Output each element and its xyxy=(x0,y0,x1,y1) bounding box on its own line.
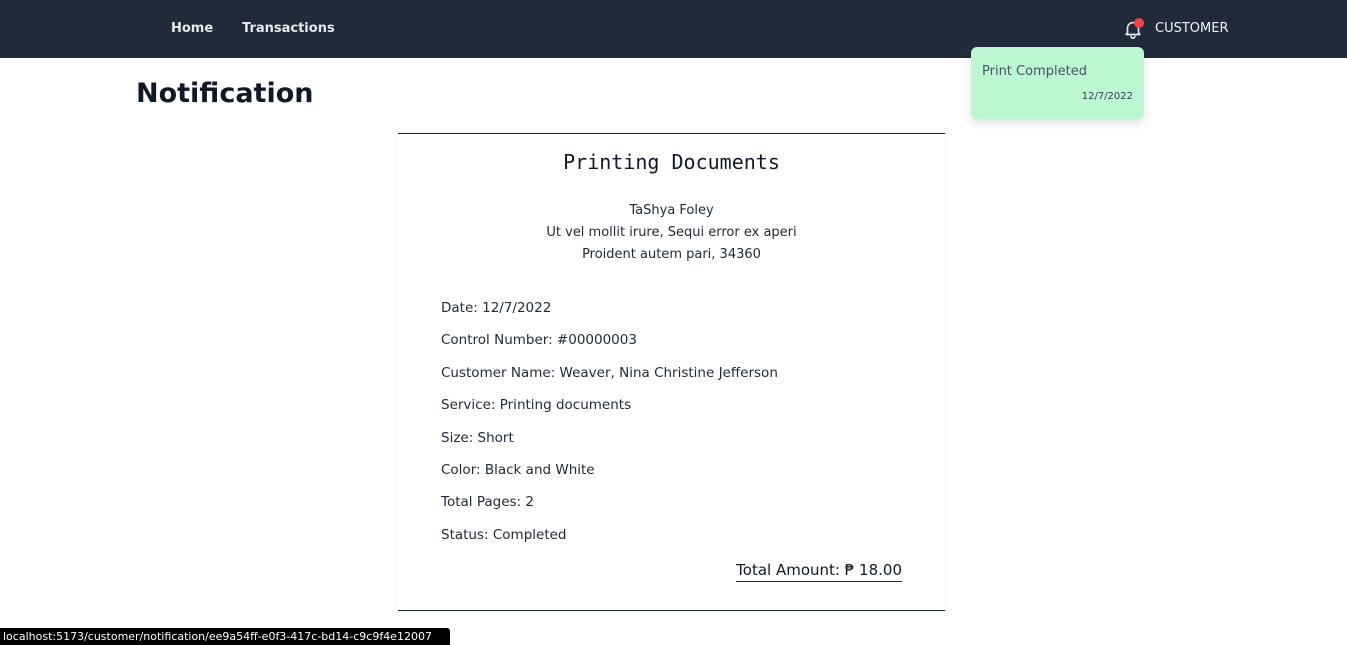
user-menu[interactable]: CUSTOMER xyxy=(1155,21,1228,36)
receipt-date: Date: 12/7/2022 xyxy=(441,300,552,316)
page-title: Notification xyxy=(136,78,314,109)
notification-badge xyxy=(1134,18,1144,28)
toast-date: 12/7/2022 xyxy=(1081,91,1133,102)
shop-address-line-1: Ut vel mollit irure, Sequi error ex aper… xyxy=(546,225,797,240)
nav-transactions-link[interactable]: Transactions xyxy=(242,21,335,36)
receipt-card: Printing Documents TaShya Foley Ut vel m… xyxy=(398,133,945,611)
top-navbar: Home Transactions CUSTOMER xyxy=(0,0,1347,58)
receipt-status: Status: Completed xyxy=(441,527,567,543)
shop-address-line-2: Proident autem pari, 34360 xyxy=(582,247,761,262)
receipt-size: Size: Short xyxy=(441,430,514,446)
toast-title: Print Completed xyxy=(982,64,1087,79)
receipt-total-pages: Total Pages: 2 xyxy=(441,494,534,510)
receipt-color: Color: Black and White xyxy=(441,462,595,478)
receipt-service: Service: Printing documents xyxy=(441,397,632,413)
shop-name: TaShya Foley xyxy=(629,203,714,218)
nav-home-link[interactable]: Home xyxy=(171,21,213,36)
receipt-total-amount: Total Amount: ₱ 18.00 xyxy=(736,561,902,582)
receipt-customer-name: Customer Name: Weaver, Nina Christine Je… xyxy=(441,365,778,381)
notification-toast[interactable]: Print Completed 12/7/2022 xyxy=(971,47,1144,119)
receipt-title: Printing Documents xyxy=(563,150,780,174)
receipt-control-number: Control Number: #00000003 xyxy=(441,332,637,348)
browser-status-url: localhost:5173/customer/notification/ee9… xyxy=(0,628,450,645)
